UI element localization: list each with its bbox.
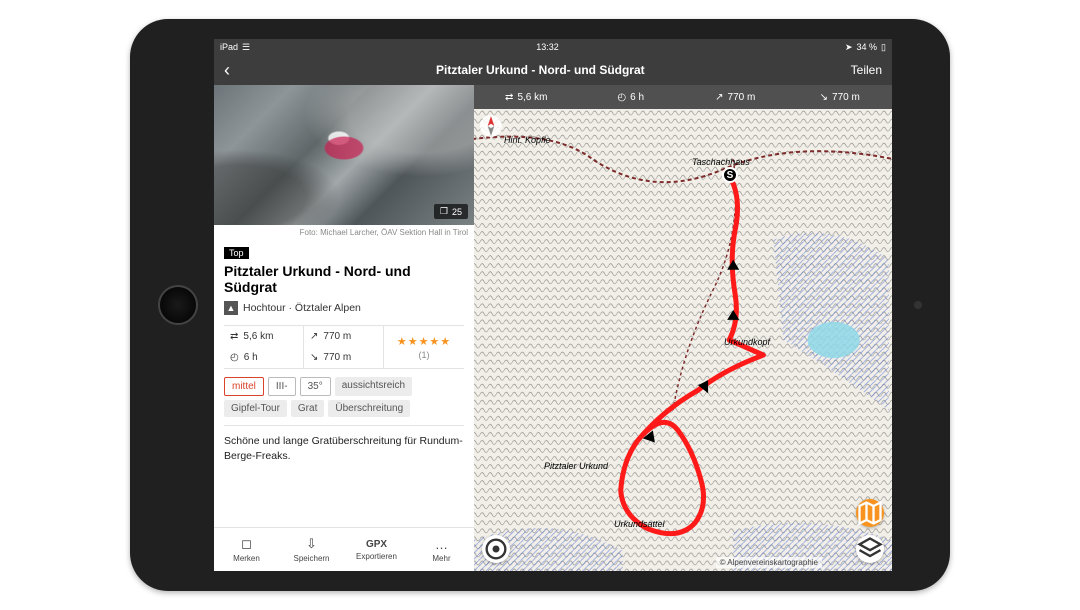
more-label: Mehr <box>432 554 450 563</box>
distance-icon: ⇄ <box>230 331 238 342</box>
download-icon: ⇩ <box>306 536 317 552</box>
map-label-urkundsattel: Urkundsattel <box>614 519 665 529</box>
tag-grade[interactable]: III- <box>268 377 296 396</box>
tour-type: ▲ Hochtour · Ötztaler Alpen <box>224 301 464 315</box>
export-button[interactable]: GPX Exportieren <box>344 528 409 571</box>
tag-ridge[interactable]: Grat <box>291 400 324 417</box>
tag-summit[interactable]: Gipfel-Tour <box>224 400 287 417</box>
export-label: Exportieren <box>356 552 397 561</box>
wifi-icon: ☰ <box>242 42 250 53</box>
ascent-icon: ↗ <box>310 331 318 342</box>
map-duration-icon: ◴ <box>617 92 626 103</box>
tag-slope[interactable]: 35° <box>300 377 331 396</box>
map-label-taschachhaus: Taschachhaus <box>692 157 750 167</box>
device-label: iPad <box>220 42 238 52</box>
map-distance: 5,6 km <box>517 92 547 103</box>
map-ascent: 770 m <box>728 92 756 103</box>
clock: 13:32 <box>536 42 559 52</box>
locate-button[interactable] <box>482 535 510 563</box>
save-button[interactable]: ⇩ Speichern <box>279 528 344 571</box>
share-button[interactable]: Teilen <box>851 63 882 77</box>
distance-value: 5,6 km <box>243 331 273 342</box>
more-button[interactable]: … Mehr <box>409 528 474 571</box>
battery-icon: ▯ <box>881 42 886 53</box>
map-duration: 6 h <box>630 92 644 103</box>
layers-button[interactable] <box>856 535 884 563</box>
photo-counter-button[interactable]: ❐ 25 <box>434 204 468 219</box>
more-icon: … <box>435 537 448 552</box>
tags-row: mittel III- 35° aussichtsreich Gipfel-To… <box>224 369 464 425</box>
photo-icon: ❐ <box>440 206 448 217</box>
hochtour-icon: ▲ <box>224 301 238 315</box>
tag-scenic[interactable]: aussichtsreich <box>335 377 412 396</box>
tablet-frame: iPad ☰ 13:32 ➤ 34 % ▯ ‹ Pitztaler Urkund… <box>130 19 950 591</box>
tag-traverse[interactable]: Überschreitung <box>328 400 410 417</box>
duration-icon: ◴ <box>230 352 239 363</box>
map-descent: 770 m <box>832 92 860 103</box>
photo-count: 25 <box>452 207 462 217</box>
map-stats-bar[interactable]: ⇄5,6 km ◴6 h ↗770 m ↘770 m ⌄ <box>474 85 892 109</box>
start-marker[interactable]: S <box>722 167 738 183</box>
tour-type-label: Hochtour · Ötztaler Alpen <box>243 302 361 314</box>
map-distance-icon: ⇄ <box>505 92 513 103</box>
tour-description: Schöne und lange Gratüberschreitung für … <box>224 425 464 471</box>
ascent-value: 770 m <box>323 331 351 342</box>
map-view[interactable]: Hint. Köpfle Taschachhaus Urkundkopf Pit… <box>474 109 892 571</box>
battery-label: 34 % <box>857 42 878 52</box>
tag-difficulty[interactable]: mittel <box>224 377 264 396</box>
map-descent-icon: ↘ <box>820 92 828 103</box>
screen: iPad ☰ 13:32 ➤ 34 % ▯ ‹ Pitztaler Urkund… <box>214 39 892 571</box>
home-button[interactable] <box>158 285 198 325</box>
top-badge: Top <box>224 247 249 259</box>
bookmark-button[interactable]: ◻ Merken <box>214 528 279 571</box>
rating-stars[interactable]: ★★★★★ <box>397 335 451 348</box>
stats-block: ⇄ 5,6 km ◴ 6 h ↗ 770 m ↘ 770 m ★★★★★ (1) <box>224 325 464 369</box>
descent-icon: ↘ <box>310 352 318 363</box>
front-camera <box>914 301 922 309</box>
detail-panel: ❐ 25 Foto: Michael Larcher, ÖAV Sektion … <box>214 85 474 571</box>
tour-title: Pitztaler Urkund - Nord- und Südgrat <box>224 263 464 295</box>
gpx-label: GPX <box>366 539 387 550</box>
rating-count: (1) <box>419 350 430 360</box>
bookmark-icon: ◻ <box>241 536 252 552</box>
status-bar: iPad ☰ 13:32 ➤ 34 % ▯ <box>214 39 892 55</box>
map-attribution: © Alpenvereinskartographie <box>716 557 822 568</box>
map-label-urkundkopf: Urkundkopf <box>724 337 770 347</box>
location-icon: ➤ <box>845 42 853 53</box>
map-label-hint-koepfle: Hint. Köpfle <box>504 135 551 145</box>
compass-button[interactable] <box>480 115 502 137</box>
bookmark-label: Merken <box>233 554 260 563</box>
map-panel: ⇄5,6 km ◴6 h ↗770 m ↘770 m ⌄ <box>474 85 892 571</box>
map-label-pitztaler: Pitztaler Urkund <box>544 461 608 471</box>
nav-bar: ‹ Pitztaler Urkund - Nord- und Südgrat T… <box>214 55 892 85</box>
bottom-actions: ◻ Merken ⇩ Speichern GPX Exportieren … M… <box>214 527 474 571</box>
save-label: Speichern <box>293 554 329 563</box>
back-button[interactable]: ‹ <box>224 61 230 79</box>
hero-image[interactable]: ❐ 25 <box>214 85 474 225</box>
photo-credit: Foto: Michael Larcher, ÖAV Sektion Hall … <box>214 225 474 243</box>
map-mode-button[interactable] <box>856 499 884 527</box>
descent-value: 770 m <box>323 352 351 363</box>
duration-value: 6 h <box>244 352 258 363</box>
page-title: Pitztaler Urkund - Nord- und Südgrat <box>436 63 645 77</box>
map-ascent-icon: ↗ <box>715 92 723 103</box>
